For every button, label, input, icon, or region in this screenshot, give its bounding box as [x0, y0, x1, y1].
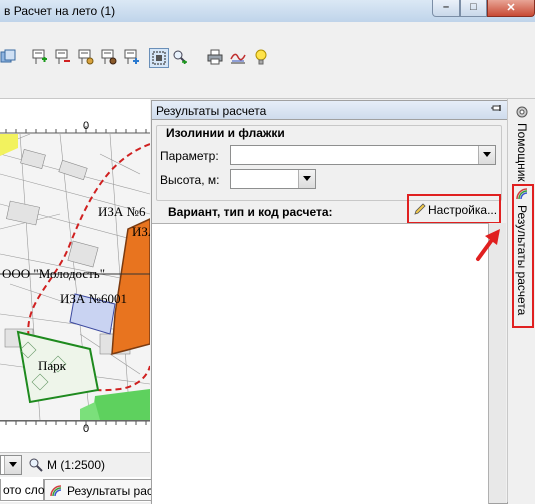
tab-layer[interactable]: ото слоя: [0, 479, 51, 501]
maximize-button[interactable]: □: [460, 0, 487, 17]
edit-source-icon[interactable]: [78, 49, 94, 65]
map-label-iza-partial: ИЗА: [132, 224, 150, 239]
parameter-label: Параметр:: [160, 149, 219, 163]
helper-icon: [516, 106, 528, 118]
print-icon[interactable]: [207, 49, 223, 65]
layer-icon[interactable]: [0, 49, 16, 65]
results-tab-icon: [50, 485, 62, 497]
ruler-top: 0: [0, 120, 150, 135]
remove-source-icon[interactable]: [55, 49, 71, 65]
height-select[interactable]: [230, 169, 316, 189]
search-icon[interactable]: [172, 49, 188, 65]
map-label-company: ООО "Молодость": [2, 266, 106, 281]
view-source-icon[interactable]: [101, 49, 117, 65]
panel-title: Результаты расчета: [156, 104, 267, 118]
copy-source-icon[interactable]: [124, 49, 140, 65]
map-label-iza-top: ИЗА №6: [98, 204, 146, 219]
chevron-down-icon: [478, 146, 495, 164]
ruler-bottom: 0: [0, 420, 150, 435]
parameter-select[interactable]: [230, 145, 496, 165]
ruler-bottom-label: 0: [83, 423, 90, 435]
map-canvas[interactable]: ИЗА №6 ИЗА ООО "Молодость" ИЗА №6001 Пар…: [0, 134, 150, 420]
zoom-icon[interactable]: [28, 457, 44, 473]
group-title: Изолинии и флажки: [164, 126, 287, 140]
title-bar: в Расчет на лето (1) – □ ✕: [0, 0, 535, 23]
tab-results-highlight: [512, 184, 534, 328]
toolbar: [0, 22, 535, 99]
pin-icon[interactable]: [491, 103, 503, 115]
map-label-park: Парк: [38, 358, 66, 373]
tab-helper-label: Помощник: [515, 123, 529, 182]
chevron-down-icon: [298, 170, 315, 188]
ruler-top-label: 0: [83, 120, 90, 132]
lightbulb-icon[interactable]: [253, 49, 269, 65]
window-title: в Расчет на лето (1): [4, 4, 116, 18]
scale-label: М (1:2500): [47, 458, 106, 472]
results-panel: Результаты расчета Изолинии и флажки Пар…: [151, 100, 508, 504]
results-list[interactable]: [152, 223, 489, 504]
close-button[interactable]: ✕: [487, 0, 535, 17]
map-status-bar: М (1:2500): [0, 452, 150, 477]
select-icon[interactable]: [149, 48, 169, 68]
graph-icon[interactable]: [230, 49, 246, 65]
settings-highlight: [407, 194, 501, 224]
map-label-iza-main: ИЗА №6001: [60, 291, 127, 306]
panel-header: Результаты расчета: [152, 101, 507, 120]
red-arrow-icon: [476, 229, 500, 261]
tab-results-bottom-label: Результаты расч: [67, 484, 159, 498]
tab-results-bottom[interactable]: Результаты расч: [44, 479, 159, 501]
variant-label: Вариант, тип и код расчета:: [168, 205, 333, 219]
tab-helper[interactable]: Помощник: [510, 103, 534, 182]
minimize-button[interactable]: –: [432, 0, 460, 17]
height-label: Высота, м:: [160, 173, 220, 187]
results-list-scrollbar[interactable]: [489, 223, 506, 503]
scale-dropdown[interactable]: [0, 455, 22, 475]
add-source-icon[interactable]: [32, 49, 48, 65]
